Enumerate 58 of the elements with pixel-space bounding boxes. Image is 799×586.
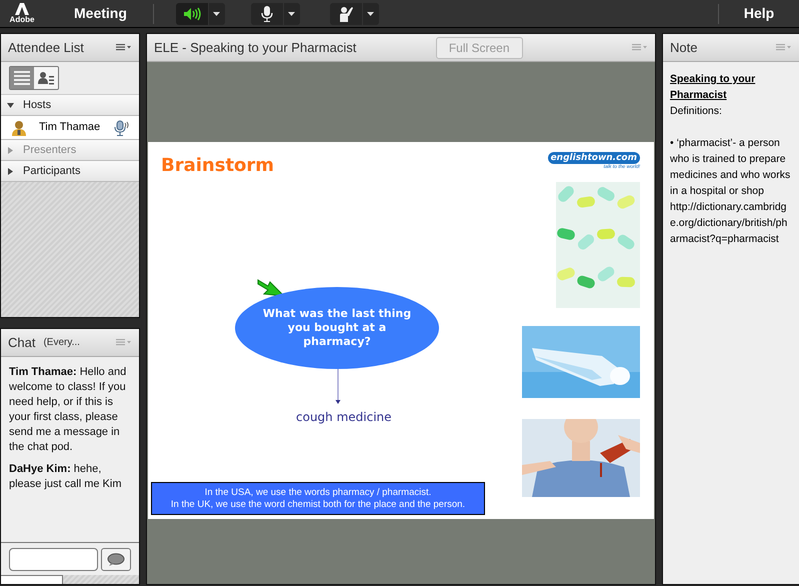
chat-message: Tim Thamae: Hello and welcome to class! If you need help, or if this is your first class, please send me a message in the chat pod. [9, 365, 128, 455]
send-button[interactable] [101, 548, 131, 570]
host-person-icon [11, 120, 27, 136]
logo-text: Adobe [10, 15, 34, 24]
pod-menu-icon [116, 338, 132, 346]
group-label: Participants [23, 164, 80, 179]
list-view-icon [14, 71, 30, 85]
speech-bubble-icon [107, 552, 125, 566]
adobe-logo-icon [15, 3, 29, 15]
pod-menu-button[interactable] [116, 44, 132, 52]
dropdown-button[interactable] [208, 2, 225, 24]
recipient-label: (Every... [43, 336, 80, 350]
chat-tab[interactable] [1, 575, 63, 584]
person-list-icon [38, 71, 54, 85]
attendee-name: Tim Thamae [39, 120, 100, 136]
connector-arrow [335, 369, 341, 405]
view-toggle-button[interactable] [34, 67, 58, 89]
footnote-line: In the USA, we use the words pharmacy / pharmacist. [204, 486, 432, 498]
caret-icon [367, 12, 374, 16]
note-paragraph: • ‘pharmacist’- a person who is trained to prepare medicines and who works in a hospital or shop http://dictionary.cambridge.org/dictionary/british/pharmacist?q=pharmacist [670, 136, 792, 247]
question-text: What was the last thing you bought at a pharmacy? [262, 307, 412, 349]
caret-icon [213, 12, 220, 16]
logo-badge: englishtown.com [548, 152, 640, 164]
slide-title: Brainstorm [161, 154, 274, 178]
speaker-button[interactable] [176, 2, 208, 24]
group-label: Hosts [23, 98, 52, 113]
chat-input-field[interactable] [9, 548, 98, 570]
view-toggle-button[interactable] [10, 67, 34, 89]
status-button[interactable] [330, 2, 362, 24]
group-header[interactable]: Participants [1, 161, 139, 182]
chat-message: DaHye Kim: hehe, please just call me Kim [9, 462, 122, 492]
pod-menu-icon [632, 44, 648, 52]
collapse-triangle-icon [7, 102, 14, 108]
pod-title: ELE - Speaking to your Pharmacist [154, 38, 356, 57]
mic-button[interactable] [250, 2, 283, 24]
note-heading: Speaking to your Pharmacist [670, 72, 756, 103]
note-paragraph: Definitions: [670, 104, 723, 119]
caret-icon [288, 12, 296, 16]
answer-text: cough medicine [296, 409, 392, 426]
menu-item[interactable]: Meeting [70, 3, 131, 24]
raised-hand-icon [338, 6, 354, 22]
dropdown-button[interactable] [362, 2, 379, 24]
attendee-row[interactable]: Tim Thamae [1, 116, 139, 140]
expand-triangle-icon [7, 146, 14, 154]
microphone-icon [113, 120, 129, 136]
footnote-line: In the UK, we use the word chemist both for the place and the person. [170, 498, 466, 510]
group-header[interactable]: Hosts [1, 95, 139, 116]
microphone-icon [260, 6, 273, 22]
pod-title: Note [670, 38, 698, 57]
group-label: Presenters [23, 142, 76, 158]
help-menu[interactable]: Help [719, 3, 799, 24]
dropdown-button[interactable] [284, 2, 300, 24]
expand-triangle-icon [7, 168, 14, 174]
pod-menu-icon [116, 44, 132, 52]
pod-title: Attendee List [8, 38, 84, 57]
pod-title: Chat [8, 334, 36, 352]
pod-menu-icon [776, 44, 792, 52]
speaker-icon [182, 6, 201, 20]
